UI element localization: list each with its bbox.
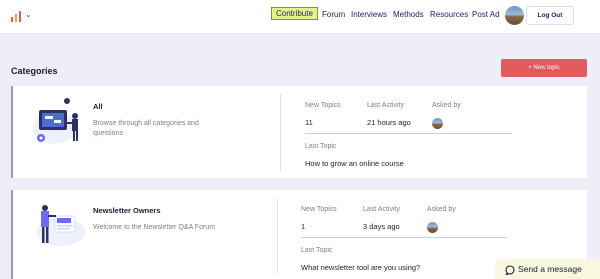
nav-methods[interactable]: Methods <box>393 9 424 21</box>
divider <box>280 94 281 172</box>
last-topic-label: Last Topic <box>305 143 337 150</box>
asked-by-label: Asked by <box>427 206 456 213</box>
category-title[interactable]: All <box>93 102 103 111</box>
new-topics-label: New Topics <box>301 206 337 213</box>
chat-bubble-icon <box>505 265 515 275</box>
last-topic-label: Last Topic <box>301 247 333 254</box>
nav-post-ad[interactable]: Post Ad <box>472 9 500 21</box>
divider <box>305 133 512 134</box>
category-description: Browse through all categories and questi… <box>93 120 199 137</box>
analytics-illustration-icon <box>33 98 78 144</box>
page-title: Categories <box>11 66 58 76</box>
last-activity-label: Last Activity <box>367 102 404 109</box>
asked-by-label: Asked by <box>432 102 461 109</box>
top-header: ⌄ Contribute Forum Interviews Methods Re… <box>0 0 600 34</box>
last-activity-value: 3 days ago <box>363 222 400 231</box>
last-topic-link[interactable]: How to grow an online course <box>305 159 404 168</box>
new-topics-count: 1 <box>301 222 306 231</box>
nav-contribute[interactable]: Contribute <box>271 7 318 20</box>
send-message-label: Send a message <box>518 264 582 274</box>
asked-by-avatar[interactable] <box>427 222 438 233</box>
logo-icon[interactable] <box>9 9 25 23</box>
category-title[interactable]: Newsletter Owners <box>93 206 161 215</box>
send-message-button[interactable]: Send a message <box>495 259 600 279</box>
nav-forum[interactable]: Forum <box>322 9 345 21</box>
last-activity-label: Last Activity <box>363 206 400 213</box>
chevron-down-icon[interactable]: ⌄ <box>25 9 32 21</box>
user-avatar[interactable] <box>505 6 524 25</box>
last-topic-link[interactable]: What newsletter tool are you using? <box>301 263 420 272</box>
category-description: Welcome to the Newsletter Q&A Forum <box>93 224 216 231</box>
category-card[interactable]: All Browse through all categories and qu… <box>11 86 587 178</box>
newsletter-illustration-icon <box>37 205 85 246</box>
nav-interviews[interactable]: Interviews <box>351 9 387 21</box>
nav-resources[interactable]: Resources <box>430 9 468 21</box>
new-topics-count: 11 <box>305 118 313 127</box>
new-topic-button[interactable]: + New topic <box>501 59 587 77</box>
logout-button[interactable]: Log Out <box>526 6 574 25</box>
last-activity-value: 21 hours ago <box>367 118 411 127</box>
divider <box>277 198 278 273</box>
new-topics-label: New Topics <box>305 102 341 109</box>
divider <box>301 237 507 238</box>
asked-by-avatar[interactable] <box>432 118 443 129</box>
